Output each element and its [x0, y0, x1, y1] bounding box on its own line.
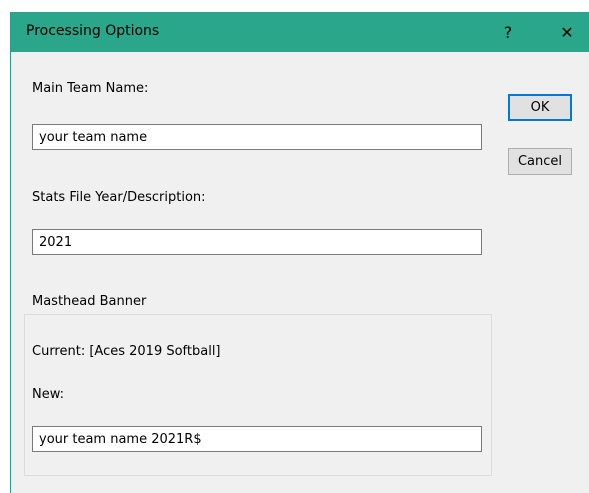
window-title: Processing Options	[26, 23, 160, 39]
stats-file-label: Stats File Year/Description:	[32, 190, 206, 205]
ok-button-label: OK	[530, 100, 550, 115]
new-masthead-input[interactable]	[32, 426, 482, 452]
main-team-name-input[interactable]	[32, 124, 482, 150]
new-masthead-label: New:	[32, 387, 65, 402]
cancel-button[interactable]: Cancel	[508, 148, 572, 175]
main-team-name-label: Main Team Name:	[32, 81, 149, 96]
stats-file-input[interactable]	[32, 229, 482, 255]
current-masthead-text: Current: [Aces 2019 Softball]	[32, 344, 221, 359]
cancel-button-label: Cancel	[517, 154, 563, 169]
ok-button[interactable]: OK	[508, 94, 572, 121]
help-button[interactable]: ?	[485, 12, 531, 52]
title-bar[interactable]: Processing Options ? ✕	[11, 12, 589, 52]
close-icon: ✕	[560, 22, 574, 42]
masthead-banner-label: Masthead Banner	[29, 294, 150, 309]
processing-options-dialog: Processing Options ? ✕ Main Team Name: S…	[10, 12, 589, 493]
close-button[interactable]: ✕	[544, 12, 589, 52]
help-icon: ?	[503, 22, 513, 42]
